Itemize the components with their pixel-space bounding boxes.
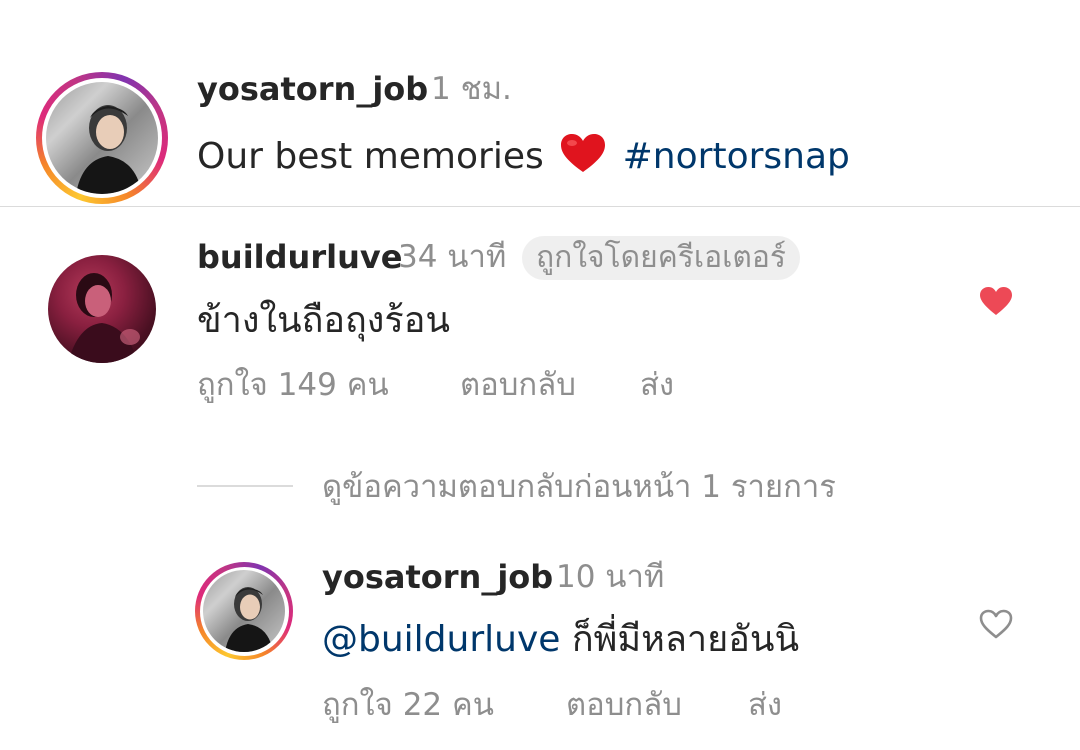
- caption-divider: [0, 206, 1080, 207]
- comment-text: ข้างในถือถุงร้อน: [197, 300, 450, 341]
- post-avatar[interactable]: [36, 72, 168, 204]
- comment-send-button[interactable]: ส่ง: [640, 370, 674, 401]
- comment-reply-button[interactable]: ตอบกลับ: [460, 370, 576, 401]
- post-time: 1 ชม.: [431, 71, 512, 107]
- comment-like-heart-icon[interactable]: [978, 285, 1014, 321]
- reply-like-heart-icon[interactable]: [978, 608, 1014, 644]
- person-silhouette-icon: [76, 105, 142, 194]
- comment-avatar[interactable]: [48, 255, 156, 363]
- reply-send-button[interactable]: ส่ง: [748, 690, 782, 721]
- replies-connector-line: [197, 485, 293, 487]
- reply-time: 10 นาที: [556, 559, 665, 595]
- person-silhouette-icon: [225, 587, 273, 652]
- person-silhouette-icon: [68, 273, 140, 363]
- reply-reply-button[interactable]: ตอบกลับ: [566, 690, 682, 721]
- reply-mention[interactable]: @buildurluve: [322, 619, 560, 660]
- post-hashtag[interactable]: #nortorsnap: [623, 136, 850, 177]
- post-username[interactable]: yosatorn_job: [197, 73, 428, 105]
- reply-avatar[interactable]: [195, 562, 293, 660]
- comment-likes-count[interactable]: ถูกใจ 149 คน: [197, 370, 389, 401]
- reply-likes-count[interactable]: ถูกใจ 22 คน: [322, 690, 494, 721]
- reply-username[interactable]: yosatorn_job: [322, 561, 553, 593]
- reply-body: ก็พี่มีหลายอันนิ: [571, 619, 800, 660]
- comment-username[interactable]: buildurluve: [197, 241, 402, 273]
- view-previous-replies-button[interactable]: ดูข้อความตอบกลับก่อนหน้า 1 รายการ: [322, 472, 836, 503]
- caption-text: Our best memories: [197, 136, 544, 177]
- comment-time: 34 นาที: [398, 239, 507, 275]
- heart-emoji-icon: [559, 132, 607, 181]
- post-caption: Our best memories #nortorsnap: [197, 132, 850, 181]
- liked-by-creator-badge: ถูกใจโดยครีเอเตอร์: [522, 236, 801, 280]
- reply-text: @buildurluve ก็พี่มีหลายอันนิ: [322, 622, 799, 658]
